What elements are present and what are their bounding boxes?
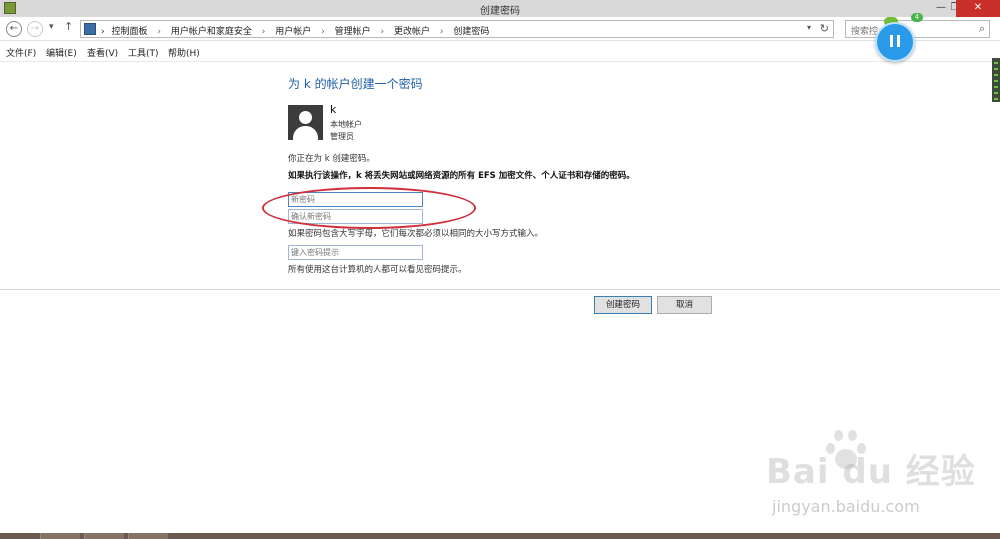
breadcrumb-item-create-password[interactable]: 创建密码 [453, 24, 489, 37]
address-bar[interactable]: › 控制面板 › 用户帐户和家庭安全 › 用户帐户 › 管理帐户 › 更改帐户 … [80, 20, 834, 38]
menu-item-help[interactable]: 帮助(H) [168, 46, 200, 59]
notification-badge: 4 [911, 13, 923, 22]
warning-text: 如果执行该操作，k 将丢失网站或网络资源的所有 EFS 加密文件、个人证书和存储… [288, 171, 635, 181]
up-level-button[interactable]: ↑ [64, 20, 73, 33]
breadcrumb-item-user-accounts[interactable]: 用户帐户 [275, 24, 311, 37]
taskbar-item[interactable] [40, 533, 80, 539]
taskbar [0, 533, 1000, 539]
avatar-head-shape [299, 111, 312, 124]
breadcrumb-separator: › [157, 27, 161, 37]
password-hint-field[interactable] [288, 245, 423, 260]
breadcrumb-item-manage-accounts[interactable]: 管理帐户 [335, 24, 371, 37]
breadcrumb-separator: › [380, 27, 385, 37]
intro-text: 你正在为 k 创建密码。 [288, 154, 375, 164]
account-role: 管理员 [330, 132, 354, 141]
avatar-body-shape [293, 126, 318, 140]
menu-item-view[interactable]: 查看(V) [87, 46, 118, 59]
menu-bar: 文件(F) 编辑(E) 查看(V) 工具(T) 帮助(H) [0, 42, 1000, 62]
menu-item-file[interactable]: 文件(F) [6, 46, 36, 59]
back-button[interactable]: ← [6, 21, 22, 37]
page-title: 为 k 的帐户创建一个密码 [288, 77, 423, 91]
baidu-watermark-logo: Bai du 经验 [766, 452, 976, 492]
breadcrumb-separator: › [101, 27, 105, 37]
hint-visibility-note: 所有使用这台计算机的人都可以看见密码提示。 [288, 265, 467, 275]
refresh-icon[interactable]: ↻ [820, 22, 829, 35]
floating-media-widget[interactable]: 4 [874, 13, 923, 62]
divider [0, 289, 1000, 290]
navigation-bar: ← → ▾ ↑ › 控制面板 › 用户帐户和家庭安全 › 用户帐户 › 管理帐户… [0, 17, 1000, 41]
menu-item-edit[interactable]: 编辑(E) [46, 46, 77, 59]
breadcrumb-item-control-panel[interactable]: 控制面板 [111, 24, 147, 37]
breadcrumb-separator: › [321, 27, 325, 37]
taskbar-item[interactable] [84, 533, 124, 539]
title-bar: 创建密码 — ❐ ✕ [0, 0, 1000, 17]
breadcrumb: › 控制面板 › 用户帐户和家庭安全 › 用户帐户 › 管理帐户 › 更改帐户 … [101, 24, 489, 37]
user-name: k [330, 103, 337, 116]
cancel-button[interactable]: 取消 [657, 296, 712, 314]
user-avatar [288, 105, 323, 140]
search-icon[interactable]: ⌕ [979, 22, 985, 36]
pause-icon[interactable] [890, 35, 900, 47]
window-title: 创建密码 [480, 6, 520, 17]
account-type: 本地帐户 [330, 120, 362, 129]
baidu-watermark-url: jingyan.baidu.com [772, 497, 920, 516]
close-button[interactable]: ✕ [956, 0, 1000, 17]
breadcrumb-separator: › [439, 27, 444, 37]
recent-pages-dropdown-icon[interactable]: ▾ [49, 22, 54, 32]
breadcrumb-item-user-accounts-family-safety[interactable]: 用户帐户和家庭安全 [171, 24, 252, 37]
address-dropdown-icon[interactable]: ▾ [807, 23, 811, 32]
annotation-oval [262, 187, 476, 229]
menu-item-tools[interactable]: 工具(T) [128, 46, 159, 59]
breadcrumb-separator: › [261, 27, 266, 37]
taskbar-item[interactable] [128, 533, 168, 539]
side-meter-widget[interactable] [992, 58, 1000, 102]
create-password-button[interactable]: 创建密码 [594, 296, 652, 314]
case-sensitivity-hint: 如果密码包含大写字母，它们每次都必须以相同的大小写方式输入。 [288, 229, 544, 239]
search-box[interactable]: 搜索控 ⌕ [845, 20, 990, 38]
forward-button[interactable]: → [27, 21, 43, 37]
breadcrumb-item-change-account[interactable]: 更改帐户 [394, 24, 430, 37]
control-panel-icon [84, 23, 96, 35]
